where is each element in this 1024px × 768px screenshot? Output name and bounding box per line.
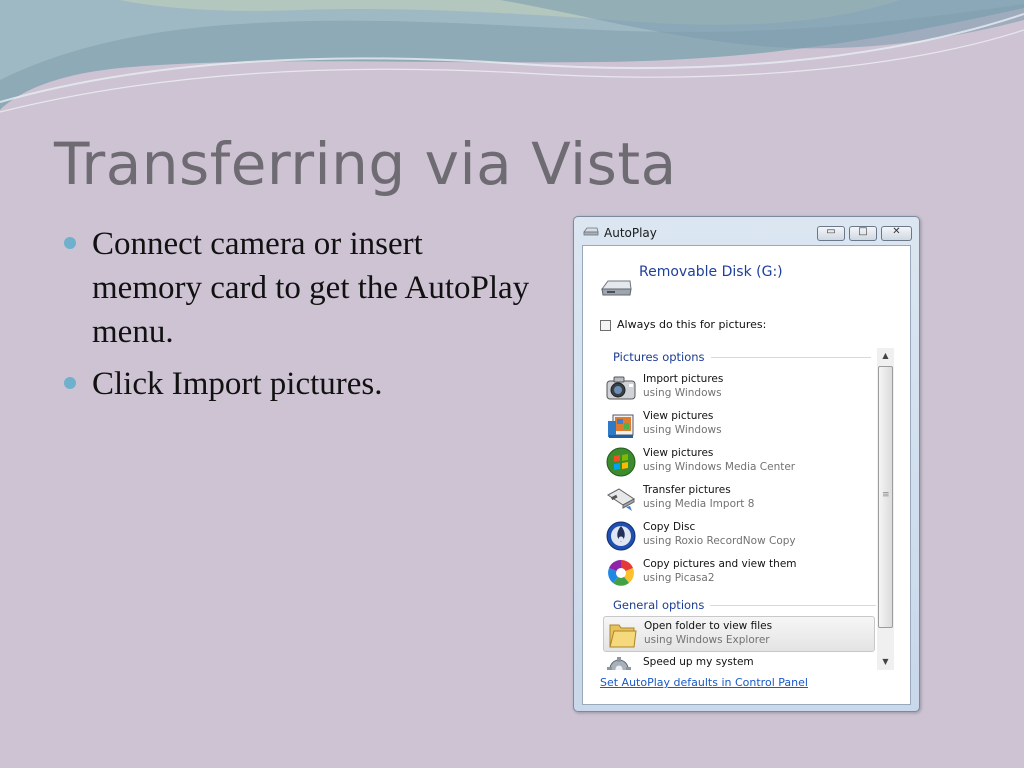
option-subtitle: using Picasa2: [643, 572, 715, 584]
option-copy-disc[interactable]: Copy Disc using Roxio RecordNow Copy: [603, 518, 875, 554]
bullet-marker: [64, 377, 76, 389]
options-scrollbar[interactable]: ▲ ≡ ▼: [877, 348, 894, 670]
group-label: Pictures options: [613, 350, 705, 364]
option-speed-up-system[interactable]: Speed up my system: [603, 653, 875, 670]
bullet-marker: [64, 237, 76, 249]
decorative-wave-banner: [0, 0, 1024, 113]
device-name: Removable Disk (G:): [639, 264, 783, 280]
maximize-icon: □: [858, 226, 868, 237]
group-divider: [710, 604, 877, 606]
scroll-up-arrow[interactable]: ▲: [877, 348, 894, 364]
option-import-pictures[interactable]: Import pictures using Windows: [603, 370, 875, 406]
option-title: Copy pictures and view them: [643, 558, 797, 570]
scroll-down-arrow[interactable]: ▼: [877, 654, 894, 670]
bullet-item: Connect camera or insert memory card to …: [62, 222, 532, 354]
option-subtitle: using Windows: [643, 424, 722, 436]
close-button[interactable]: ✕: [881, 226, 912, 241]
scroll-grip-icon: ≡: [882, 490, 890, 500]
pictures-options-header: Pictures options: [613, 350, 871, 364]
minimize-button[interactable]: ▭: [817, 226, 845, 241]
option-view-pictures-media-center[interactable]: View pictures using Windows Media Center: [603, 444, 875, 480]
autoplay-options-list: Pictures options Import pictures using W…: [601, 346, 877, 670]
general-options-header: General options: [613, 598, 877, 612]
maximize-button[interactable]: □: [849, 226, 877, 241]
group-label: General options: [613, 598, 705, 612]
window-title: AutoPlay: [604, 226, 657, 240]
always-do-this-checkbox[interactable]: [600, 320, 611, 331]
bullet-text: Connect camera or insert memory card to …: [92, 226, 530, 350]
slide-title: Transferring via Vista: [54, 130, 677, 198]
option-subtitle: using Windows Media Center: [643, 461, 796, 473]
bullet-item: Click Import pictures.: [62, 362, 532, 406]
option-title: View pictures: [643, 447, 714, 459]
option-title: Import pictures: [643, 373, 724, 385]
option-transfer-pictures[interactable]: Transfer pictures using Media Import 8: [603, 481, 875, 517]
picasa-icon: [608, 560, 634, 586]
autoplay-dialog: AutoPlay ▭ □ ✕ Removable Disk (G:) Alway…: [573, 216, 920, 712]
dialog-content: Removable Disk (G:) Always do this for p…: [582, 245, 911, 705]
option-subtitle: using Roxio RecordNow Copy: [643, 535, 796, 547]
option-view-pictures-windows[interactable]: View pictures using Windows: [603, 407, 875, 443]
option-title: Copy Disc: [643, 521, 696, 533]
option-subtitle: using Windows: [643, 387, 722, 399]
gear-icon: [607, 657, 631, 670]
removable-disk-icon: [601, 280, 632, 296]
scroll-thumb[interactable]: ≡: [878, 366, 893, 628]
photo-gallery-icon: [608, 414, 634, 438]
option-subtitle: using Windows Explorer: [644, 634, 770, 646]
folder-icon: [609, 624, 637, 648]
option-title: View pictures: [643, 410, 714, 422]
camera-icon: [606, 376, 636, 400]
option-subtitle: using Media Import 8: [643, 498, 755, 510]
minimize-icon: ▭: [826, 226, 836, 237]
option-copy-and-view[interactable]: Copy pictures and view them using Picasa…: [603, 555, 875, 591]
autoplay-drive-icon: [583, 227, 599, 236]
bullet-list: Connect camera or insert memory card to …: [62, 222, 532, 414]
option-title: Open folder to view files: [644, 620, 773, 632]
bullet-text: Click Import pictures.: [92, 366, 383, 402]
roxio-disc-icon: [606, 521, 636, 551]
control-panel-defaults-link[interactable]: Set AutoPlay defaults in Control Panel: [600, 676, 808, 689]
always-do-this-label: Always do this for pictures:: [617, 318, 767, 331]
media-center-icon: [606, 447, 636, 477]
usb-transfer-icon: [607, 488, 635, 511]
option-title: Transfer pictures: [643, 484, 731, 496]
close-icon: ✕: [892, 226, 901, 237]
option-title: Speed up my system: [643, 656, 754, 668]
option-open-folder[interactable]: Open folder to view files using Windows …: [603, 616, 875, 652]
title-bar[interactable]: AutoPlay ▭ □ ✕: [574, 217, 919, 245]
group-divider: [710, 356, 871, 358]
